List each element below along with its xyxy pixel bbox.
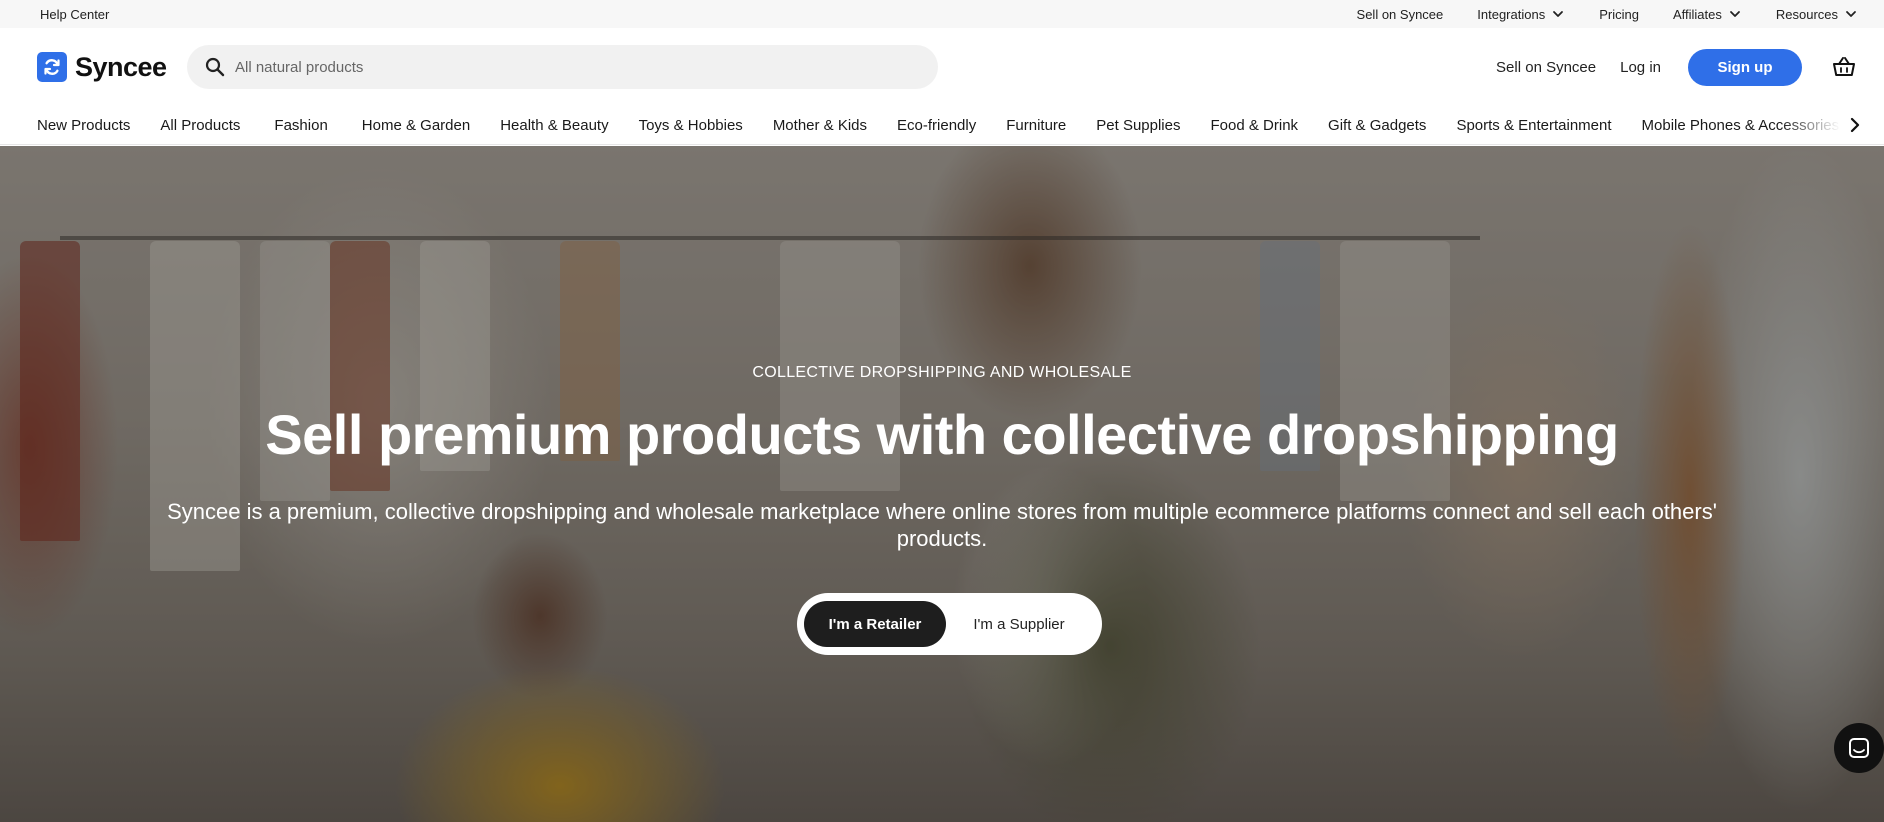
integrations-label: Integrations bbox=[1477, 6, 1546, 22]
retailer-button[interactable]: I'm a Retailer bbox=[804, 601, 946, 647]
pricing-link[interactable]: Pricing bbox=[1599, 7, 1639, 22]
hero-title: Sell premium products with collective dr… bbox=[265, 403, 1619, 466]
main-header: Syncee Sell on Syncee Log in Sign up bbox=[0, 28, 1884, 106]
category-toys-hobbies[interactable]: Toys & Hobbies bbox=[639, 117, 743, 134]
hero-eyebrow: COLLECTIVE DROPSHIPPING AND WHOLESALE bbox=[752, 364, 1132, 381]
cart-icon[interactable] bbox=[1832, 55, 1856, 79]
category-gift-gadgets[interactable]: Gift & Gadgets bbox=[1328, 117, 1426, 134]
signup-button[interactable]: Sign up bbox=[1688, 48, 1802, 86]
chat-widget-button[interactable] bbox=[1834, 723, 1884, 773]
category-nav: New Products All Products Fashion Home &… bbox=[0, 106, 1884, 145]
audience-toggle: I'm a Retailer I'm a Supplier bbox=[797, 593, 1102, 655]
affiliates-label: Affiliates bbox=[1672, 6, 1722, 22]
search-bar[interactable] bbox=[187, 45, 938, 89]
login-link[interactable]: Log in bbox=[1620, 59, 1661, 76]
header-actions: Sell on Syncee Log in Sign up bbox=[1496, 28, 1856, 106]
sell-on-syncee-link[interactable]: Sell on Syncee bbox=[1357, 7, 1444, 22]
logo-icon bbox=[37, 52, 67, 82]
chevron-down-icon bbox=[1553, 11, 1564, 17]
category-fashion[interactable]: Fashion bbox=[274, 117, 327, 134]
help-center-link[interactable]: Help Center bbox=[40, 7, 109, 22]
supplier-button[interactable]: I'm a Supplier bbox=[946, 601, 1092, 647]
search-icon bbox=[205, 57, 225, 77]
search-input[interactable] bbox=[235, 58, 835, 76]
category-new-products[interactable]: New Products bbox=[37, 117, 130, 134]
category-furniture[interactable]: Furniture bbox=[1006, 117, 1066, 134]
chevron-right-icon[interactable] bbox=[1846, 116, 1864, 134]
category-food-drink[interactable]: Food & Drink bbox=[1211, 117, 1299, 134]
category-mother-kids[interactable]: Mother & Kids bbox=[773, 117, 867, 134]
chevron-down-icon bbox=[1846, 11, 1856, 17]
chat-icon bbox=[1849, 738, 1869, 758]
sell-on-syncee-header-link[interactable]: Sell on Syncee bbox=[1496, 59, 1596, 76]
resources-menu[interactable]: Resources bbox=[1776, 7, 1858, 22]
hero-section: COLLECTIVE DROPSHIPPING AND WHOLESALE Se… bbox=[0, 146, 1884, 822]
logo[interactable]: Syncee bbox=[37, 52, 167, 83]
category-eco-friendly[interactable]: Eco-friendly bbox=[897, 117, 976, 134]
utility-nav: Sell on Syncee Integrations Pricing Affi… bbox=[1357, 7, 1858, 22]
integrations-menu[interactable]: Integrations bbox=[1477, 7, 1565, 22]
affiliates-menu[interactable]: Affiliates bbox=[1673, 7, 1742, 22]
category-fade bbox=[1780, 106, 1840, 144]
hero-content: COLLECTIVE DROPSHIPPING AND WHOLESALE Se… bbox=[0, 146, 1884, 822]
utility-bar: Help Center Sell on Syncee Integrations … bbox=[0, 0, 1884, 28]
hero-subtitle: Syncee is a premium, collective dropship… bbox=[167, 499, 1717, 551]
category-all-products[interactable]: All Products bbox=[160, 117, 240, 134]
chevron-down-icon bbox=[1729, 11, 1740, 17]
category-sports-entertainment[interactable]: Sports & Entertainment bbox=[1456, 117, 1611, 134]
category-pet-supplies[interactable]: Pet Supplies bbox=[1096, 117, 1180, 134]
resources-label: Resources bbox=[1775, 6, 1838, 22]
category-health-beauty[interactable]: Health & Beauty bbox=[500, 117, 608, 134]
logo-text: Syncee bbox=[75, 51, 167, 82]
category-home-garden[interactable]: Home & Garden bbox=[362, 117, 470, 134]
